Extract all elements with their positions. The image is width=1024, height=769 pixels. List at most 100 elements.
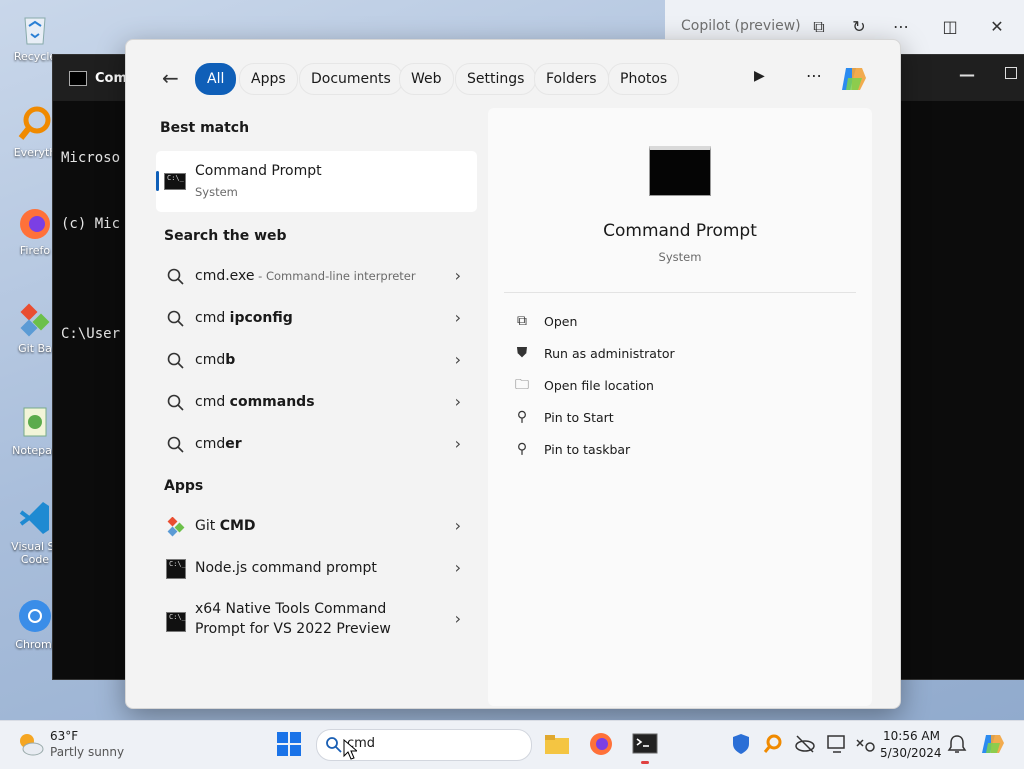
web-result-text: cmd.exe - Command-line interpreter: [195, 268, 416, 284]
chevron-right-icon: ›: [454, 558, 461, 577]
display-settings-icon[interactable]: [826, 733, 852, 759]
git-cmd-icon: [166, 516, 186, 537]
back-arrow-icon[interactable]: ←: [162, 66, 179, 90]
notepad-icon: [15, 402, 55, 442]
weather-temp[interactable]: 63°F: [50, 729, 78, 743]
web-result-row[interactable]: cmder ›: [156, 425, 477, 465]
play-icon[interactable]: ▶: [754, 68, 765, 84]
filter-settings[interactable]: Settings: [455, 63, 537, 95]
chevron-right-icon: ›: [454, 609, 461, 628]
preview-pane: Command Prompt System ⧉ Open ⛊ Run as ad…: [488, 108, 872, 706]
action-label: Open file location: [544, 378, 654, 393]
chevron-right-icon: ›: [454, 308, 461, 327]
app-result-row[interactable]: C:\_ Node.js command prompt ›: [156, 549, 477, 589]
web-result-row[interactable]: cmdb ›: [156, 341, 477, 381]
notification-bell-icon[interactable]: [946, 733, 972, 759]
chromium-icon: [15, 596, 55, 636]
copilot-title: Copilot (preview): [681, 18, 801, 34]
firefox-icon[interactable]: [588, 731, 614, 757]
best-match-name: Command Prompt: [195, 163, 322, 179]
pin-icon: ⚲: [516, 441, 528, 457]
git-bash-icon: [15, 300, 55, 340]
web-result-text: cmder: [195, 436, 242, 452]
web-result-row[interactable]: cmd ipconfig ›: [156, 299, 477, 339]
more-options-icon[interactable]: ⋯: [887, 14, 915, 40]
web-result-bold: ipconfig: [229, 310, 293, 326]
web-result-desc: - Command-line interpreter: [254, 269, 416, 283]
action-label: Run as administrator: [544, 346, 675, 361]
search-icon: [325, 736, 343, 758]
web-result-text: cmd ipconfig: [195, 310, 293, 326]
action-label: Open: [544, 314, 578, 329]
taskbar: 63°F Partly sunny cmd 10:56 AM 5/30/2024: [0, 720, 1024, 769]
command-prompt-large-icon: [649, 146, 711, 196]
action-label: Pin to taskbar: [544, 442, 631, 457]
filter-photos[interactable]: Photos: [608, 63, 680, 95]
filter-all[interactable]: All: [195, 63, 237, 95]
weather-desc[interactable]: Partly sunny: [50, 745, 124, 759]
action-label: Pin to Start: [544, 410, 614, 425]
search-icon: [166, 267, 186, 287]
network-icon[interactable]: [854, 733, 880, 759]
best-match-item[interactable]: C:\_ Command Prompt System: [156, 151, 477, 212]
search-icon: [166, 435, 186, 455]
recycle-bin-icon: [15, 8, 55, 48]
terminal-icon: [69, 71, 87, 86]
web-result-bold: er: [225, 436, 242, 452]
running-indicator: [641, 761, 649, 764]
web-result-text: cmd commands: [195, 394, 315, 410]
web-result-row[interactable]: cmd.exe - Command-line interpreter ›: [156, 257, 477, 297]
filter-documents[interactable]: Documents: [299, 63, 403, 95]
filter-web[interactable]: Web: [399, 63, 454, 95]
filter-apps[interactable]: Apps: [239, 63, 298, 95]
clock-date[interactable]: 5/30/2024: [880, 746, 942, 760]
web-result-text: cmdb: [195, 352, 235, 368]
windows-start-icon[interactable]: [276, 731, 302, 757]
divider: [504, 292, 856, 293]
copilot-icon[interactable]: [838, 64, 870, 98]
preview-app-name: Command Prompt: [603, 221, 757, 241]
close-icon[interactable]: ✕: [983, 14, 1011, 40]
copilot-icon[interactable]: [980, 731, 1006, 757]
defender-shield-icon[interactable]: [730, 733, 756, 759]
apps-heading: Apps: [164, 478, 204, 494]
chevron-right-icon: ›: [454, 392, 461, 411]
command-prompt-icon: C:\_: [166, 612, 186, 632]
app-result-row[interactable]: C:\_ x64 Native Tools Command Prompt for…: [156, 591, 477, 649]
web-result-prefix: cmd: [195, 436, 226, 452]
search-icon: [166, 351, 186, 371]
web-result-prefix: cmd: [195, 310, 230, 326]
everything-search-icon[interactable]: [762, 733, 788, 759]
chevron-right-icon: ›: [454, 266, 461, 285]
more-options-icon[interactable]: ⋯: [806, 66, 822, 85]
command-prompt-icon: C:\_: [166, 559, 186, 579]
app-result-prefix: Git: [195, 518, 220, 534]
folder-icon: 🗀: [515, 377, 529, 393]
terminal-icon[interactable]: [632, 731, 658, 757]
clock-time[interactable]: 10:56 AM: [880, 729, 940, 743]
web-result-row[interactable]: cmd commands ›: [156, 383, 477, 423]
app-result-line1: x64 Native Tools Command: [195, 601, 387, 617]
app-result-bold: CMD: [219, 518, 256, 534]
refresh-icon[interactable]: ↻: [845, 14, 873, 40]
filter-folders[interactable]: Folders: [534, 63, 609, 95]
app-result-line2: Prompt for VS 2022 Preview: [195, 621, 391, 637]
file-explorer-icon[interactable]: [544, 731, 570, 757]
minimize-icon[interactable]: —: [959, 65, 975, 84]
best-match-type: System: [195, 185, 238, 199]
maximize-icon[interactable]: [1005, 67, 1017, 79]
open-icon: ⧉: [517, 313, 527, 329]
search-web-heading: Search the web: [164, 228, 287, 244]
search-icon: [166, 309, 186, 329]
app-result-row[interactable]: Git CMD ›: [156, 507, 477, 547]
weather-partly-sunny-icon[interactable]: [16, 730, 44, 762]
mouse-cursor-icon: [343, 738, 359, 765]
dock-side-icon[interactable]: ◫: [936, 14, 964, 40]
app-result-name: Node.js command prompt: [195, 560, 377, 576]
chevron-right-icon: ›: [454, 350, 461, 369]
open-external-icon[interactable]: ⧉: [805, 14, 833, 40]
preview-app-type: System: [658, 250, 702, 264]
onedrive-offline-icon[interactable]: [794, 733, 820, 759]
everything-search-icon: [15, 104, 55, 144]
app-result-text: Git CMD: [195, 518, 256, 534]
